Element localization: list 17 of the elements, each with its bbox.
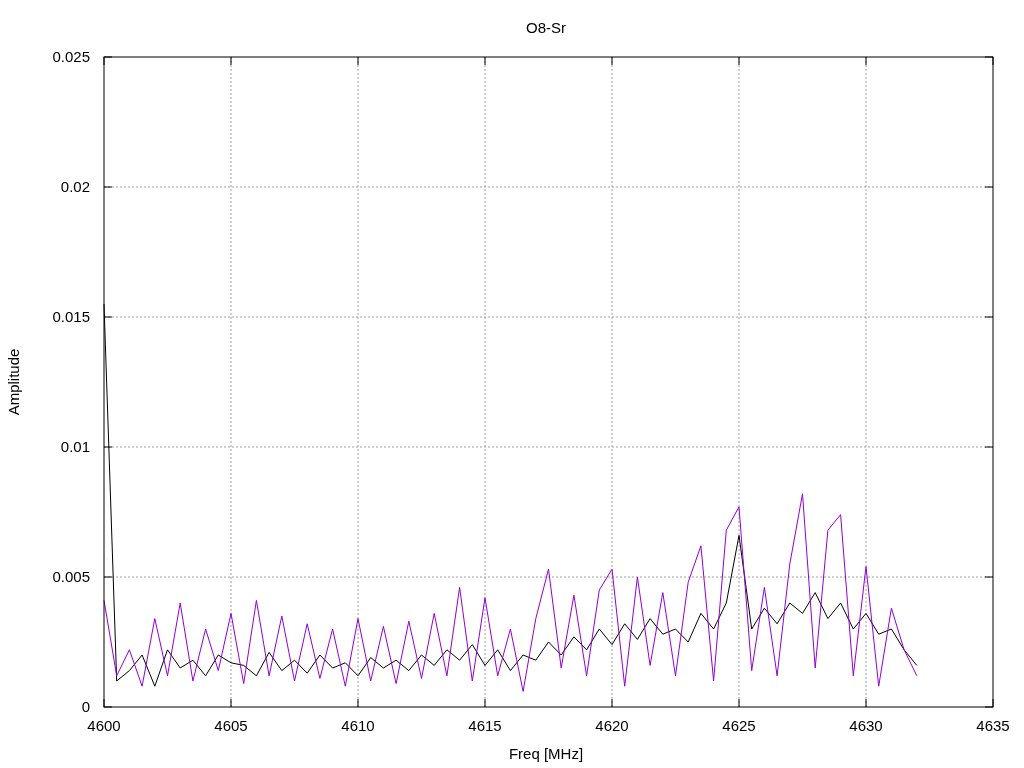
tick-label: 4605 [214,717,248,734]
tick-label: 4635 [976,717,1010,734]
tick-label: 4615 [468,717,502,734]
tick-label: 4620 [595,717,629,734]
tick-label: 4630 [849,717,883,734]
tick-label: 0.01 [60,438,90,455]
chart-title: O8-Sr [526,19,566,36]
axis-label: Freq [MHz] [508,745,584,762]
tick-label: 4600 [87,717,121,734]
axis-label: Amplitude [5,348,22,416]
tick-label: 0.025 [52,48,90,65]
tick-label: 0 [81,698,90,715]
tick-label: 0.02 [60,178,90,195]
tick-label: 4610 [341,717,375,734]
tick-label: 0.015 [52,308,90,325]
tick-label: 4625 [722,717,756,734]
tick-label: 0.005 [52,568,90,585]
